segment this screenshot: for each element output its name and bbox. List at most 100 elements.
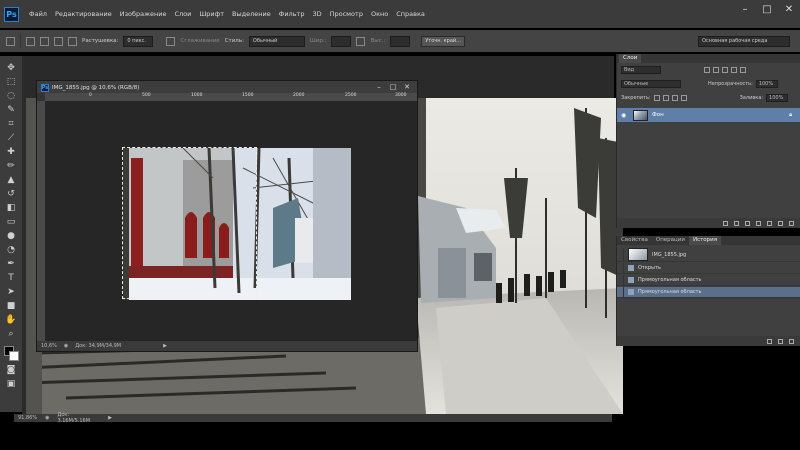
marquee-selection[interactable]: [122, 147, 257, 299]
fill-input[interactable]: 100%: [766, 94, 789, 102]
share-icon[interactable]: ◉: [45, 415, 49, 421]
refine-edge-button[interactable]: Уточн. край...: [421, 35, 465, 47]
eraser-icon[interactable]: ◧: [5, 202, 17, 214]
tab-actions[interactable]: Операции: [652, 236, 689, 245]
history-item[interactable]: Прямоугольная область: [617, 275, 800, 286]
history-item-selected[interactable]: Прямоугольная область: [617, 287, 800, 298]
history-item[interactable]: Открыть: [617, 263, 800, 274]
lock-position-icon[interactable]: [671, 95, 678, 101]
layer-name[interactable]: Фон: [652, 112, 664, 118]
blur-icon[interactable]: ●: [5, 230, 17, 242]
menu-window[interactable]: Окно: [371, 10, 388, 18]
lasso-icon[interactable]: ◌: [5, 90, 17, 102]
mask-icon[interactable]: [745, 220, 750, 226]
menu-filter[interactable]: Фильтр: [279, 10, 305, 18]
document-titlebar[interactable]: Ps IMG_1855.jpg @ 10,6% (RGB/8) – □ ✕: [37, 81, 417, 93]
move-tool-icon[interactable]: ✥: [5, 62, 17, 74]
layer-filter-select[interactable]: Вид: [621, 66, 661, 74]
pen-icon[interactable]: ✒: [5, 258, 17, 270]
shape-icon[interactable]: ■: [5, 300, 17, 312]
trash-icon[interactable]: [789, 220, 794, 226]
quick-selection-icon[interactable]: ✎: [5, 104, 17, 116]
feather-input[interactable]: 0 пикс.: [123, 35, 154, 47]
gradient-icon[interactable]: ▭: [5, 216, 17, 228]
close-button[interactable]: ✕: [778, 0, 800, 18]
menu-type[interactable]: Шрифт: [199, 10, 224, 18]
menu-3d[interactable]: 3D: [312, 10, 321, 18]
background-color-swatch[interactable]: [9, 351, 19, 361]
tab-layers[interactable]: Слои: [619, 54, 642, 63]
history-source-icon[interactable]: [617, 275, 624, 285]
history-source-icon[interactable]: [617, 248, 624, 261]
tab-properties[interactable]: Свойства: [617, 236, 652, 245]
trash-icon[interactable]: [789, 338, 794, 344]
maximize-button[interactable]: □: [756, 0, 778, 18]
share-icon[interactable]: ◉: [64, 343, 68, 349]
status-arrow-icon[interactable]: ▶: [108, 415, 112, 421]
horizontal-ruler[interactable]: 0 500 1000 1500 2000 2500 3000: [45, 93, 417, 101]
crop-icon[interactable]: ⌗: [5, 118, 17, 130]
history-source-icon[interactable]: [617, 263, 624, 273]
lock-all-icon[interactable]: [680, 95, 687, 101]
main-zoom-field[interactable]: 91,86%: [18, 415, 37, 421]
doc-maximize-button[interactable]: □: [387, 82, 399, 91]
brush-icon[interactable]: ✏: [5, 160, 17, 172]
intersect-selection-icon[interactable]: [68, 36, 77, 46]
lock-transparent-icon[interactable]: [653, 95, 660, 101]
doc-minimize-button[interactable]: –: [373, 82, 385, 91]
filter-pixel-icon[interactable]: [704, 67, 710, 73]
blend-mode-select[interactable]: Обычные: [621, 80, 681, 88]
layer-row[interactable]: ◉ Фон 🔒︎: [617, 108, 800, 122]
filter-adjustment-icon[interactable]: [713, 67, 719, 73]
menu-image[interactable]: Изображение: [120, 10, 167, 18]
doc-close-button[interactable]: ✕: [401, 82, 413, 91]
menu-layers[interactable]: Слои: [174, 10, 191, 18]
menu-edit[interactable]: Редактирование: [55, 10, 112, 18]
dodge-icon[interactable]: ◔: [5, 244, 17, 256]
filter-shape-icon[interactable]: [731, 67, 737, 73]
history-source-icon[interactable]: [617, 287, 624, 297]
marquee-tool-icon[interactable]: [6, 36, 15, 46]
document-zoom-field[interactable]: 10,6%: [41, 343, 57, 349]
vertical-ruler[interactable]: [37, 101, 45, 341]
history-snapshot[interactable]: IMG_1855.jpg: [617, 248, 800, 262]
width-input[interactable]: [331, 35, 352, 47]
document-canvas[interactable]: [45, 101, 417, 341]
path-selection-icon[interactable]: ➤: [5, 286, 17, 298]
menu-help[interactable]: Справка: [396, 10, 425, 18]
adjustment-icon[interactable]: [756, 220, 761, 226]
minimize-button[interactable]: –: [734, 0, 756, 18]
group-icon[interactable]: [767, 220, 772, 226]
antialias-checkbox[interactable]: [166, 36, 176, 46]
menu-view[interactable]: Просмотр: [330, 10, 363, 18]
clone-stamp-icon[interactable]: ▲: [5, 174, 17, 186]
rectangular-marquee-icon[interactable]: ⬚: [5, 76, 17, 88]
quick-mask-icon[interactable]: ◙: [5, 364, 17, 376]
height-input[interactable]: [390, 35, 411, 47]
menu-select[interactable]: Выделение: [232, 10, 271, 18]
zoom-icon[interactable]: ⌕: [5, 328, 17, 340]
snapshot-icon[interactable]: [778, 338, 783, 344]
link-layers-icon[interactable]: [723, 220, 728, 226]
new-layer-icon[interactable]: [778, 220, 783, 226]
hand-icon[interactable]: ✋: [5, 314, 17, 326]
eye-icon[interactable]: ◉: [621, 112, 629, 119]
layer-thumbnail[interactable]: [633, 109, 648, 121]
subtract-selection-icon[interactable]: [54, 36, 63, 46]
add-selection-icon[interactable]: [40, 36, 49, 46]
menu-file[interactable]: Файл: [29, 10, 47, 18]
fx-icon[interactable]: [734, 220, 739, 226]
swap-icon[interactable]: [356, 36, 366, 46]
new-selection-icon[interactable]: [26, 36, 35, 46]
lock-pixels-icon[interactable]: [662, 95, 669, 101]
tab-history[interactable]: История: [688, 236, 722, 245]
new-document-icon[interactable]: [767, 338, 772, 344]
filter-type-icon[interactable]: [722, 67, 728, 73]
filter-smart-icon[interactable]: [740, 67, 746, 73]
lock-icon[interactable]: 🔒︎: [789, 112, 792, 119]
history-brush-icon[interactable]: ↺: [5, 188, 17, 200]
style-select[interactable]: Обычный: [248, 35, 305, 47]
document-tab[interactable]: Ps IMG_1855.jpg @ 10,6% (RGB/8): [41, 84, 139, 92]
eyedropper-icon[interactable]: ⟋: [5, 132, 17, 144]
type-icon[interactable]: T: [5, 272, 17, 284]
